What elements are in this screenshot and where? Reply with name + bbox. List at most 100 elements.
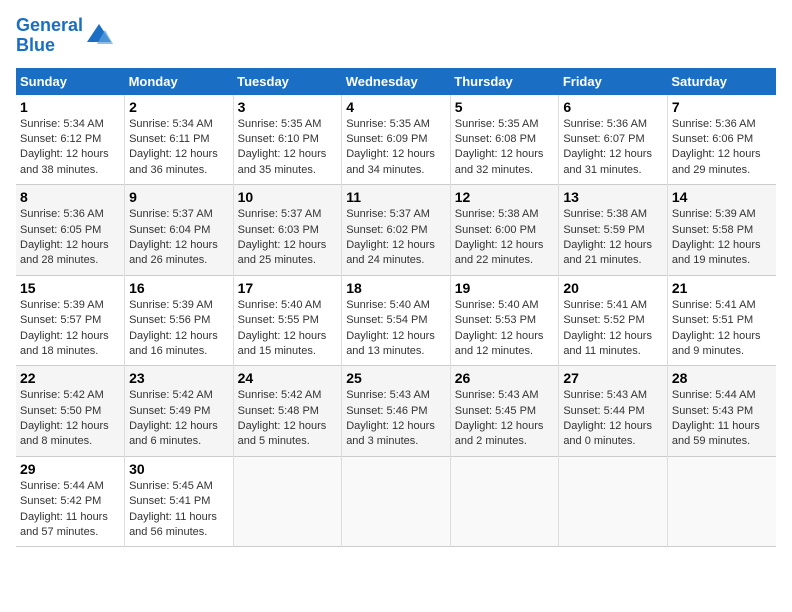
calendar-cell: 18Sunrise: 5:40 AMSunset: 5:54 PMDayligh… (342, 275, 451, 366)
sunrise-info: Sunrise: 5:45 AM (129, 480, 213, 492)
sunrise-info: Sunrise: 5:35 AM (238, 118, 322, 130)
day-number: 17 (238, 280, 338, 296)
day-info: Sunrise: 5:39 AMSunset: 5:56 PMDaylight:… (129, 298, 229, 360)
day-info: Sunrise: 5:37 AMSunset: 6:04 PMDaylight:… (129, 207, 229, 269)
day-number: 10 (238, 189, 338, 205)
day-info: Sunrise: 5:45 AMSunset: 5:41 PMDaylight:… (129, 479, 229, 541)
sunset-info: Sunset: 5:44 PM (563, 405, 644, 417)
calendar-cell: 22Sunrise: 5:42 AMSunset: 5:50 PMDayligh… (16, 366, 125, 457)
day-info: Sunrise: 5:40 AM Sunset: 5:55 PM Daylight:… (238, 298, 338, 360)
sunset-info: Sunset: 5:59 PM (563, 224, 644, 236)
daylight-minutes: and 35 minutes. (238, 164, 316, 176)
daylight-minutes: and 9 minutes. (672, 345, 744, 357)
day-info: Sunrise: 5:39 AMSunset: 5:57 PMDaylight:… (20, 298, 120, 360)
day-number: 23 (129, 370, 229, 386)
calendar-cell: 2Sunrise: 5:34 AMSunset: 6:11 PMDaylight… (125, 95, 234, 185)
daylight-label: Daylight: 12 hours (563, 239, 652, 251)
calendar-cell: 20 Sunrise: 5:41 AMSunset: 5:52 PMDayligh… (559, 275, 668, 366)
daylight-label: Daylight: 12 hours (20, 330, 109, 342)
sunrise-info: Sunrise: 5:37 AM (238, 208, 322, 220)
sunset-info: Sunset: 6:07 PM (563, 133, 644, 145)
sunset-info: Sunset: 5:55 PM (238, 314, 319, 326)
sunrise-info: Sunrise: 5:36 AM (20, 208, 104, 220)
day-number: 2 (129, 99, 229, 115)
day-info: Sunrise: 5:43 AMSunset: 5:44 PMDaylight:… (563, 388, 663, 450)
calendar-row: 8Sunrise: 5:36 AMSunset: 6:05 PMDaylight… (16, 185, 776, 276)
sunrise-info: Sunrise: 5:41 AM (563, 299, 647, 311)
day-info: Sunrise: 5:44 AMSunset: 5:43 PMDaylight:… (672, 388, 772, 450)
sunrise-info: Sunrise: 5:38 AM (455, 208, 539, 220)
daylight-minutes: and 5 minutes. (238, 435, 310, 447)
day-info: Sunrise: 5:35 AMSunset: 6:09 PMDaylight:… (346, 117, 446, 179)
calendar-cell: 24Sunrise: 5:42 AMSunset: 5:48 PMDayligh… (233, 366, 342, 457)
calendar-cell: 3Sunrise: 5:35 AMSunset: 6:10 PMDaylight… (233, 95, 342, 185)
calendar-cell (233, 456, 342, 547)
daylight-minutes: and 22 minutes. (455, 254, 533, 266)
col-friday: Friday (559, 68, 668, 95)
sunset-info: Sunset: 5:48 PM (238, 405, 319, 417)
sunset-info: Sunset: 5:58 PM (672, 224, 753, 236)
sunset-info: Sunset: 5:49 PM (129, 405, 210, 417)
logo-text: General Blue (16, 16, 83, 56)
daylight-label: Daylight: 12 hours (129, 148, 218, 160)
col-sunday: Sunday (16, 68, 125, 95)
daylight-label: Daylight: 12 hours (238, 330, 327, 342)
day-info: Sunrise: 5:42 AMSunset: 5:48 PMDaylight:… (238, 388, 338, 450)
sunrise-info: Sunrise: 5:36 AM (563, 118, 647, 130)
daylight-minutes: and 31 minutes. (563, 164, 641, 176)
daylight-label: Daylight: 12 hours (129, 330, 218, 342)
calendar-cell: 10Sunrise: 5:37 AMSunset: 6:03 PMDayligh… (233, 185, 342, 276)
daylight-minutes: and 21 minutes. (563, 254, 641, 266)
day-number: 9 (129, 189, 229, 205)
day-number: 30 (129, 461, 229, 477)
day-number: 28 (672, 370, 772, 386)
day-number: 12 (455, 189, 555, 205)
daylight-label: Daylight: 12 hours (346, 148, 435, 160)
sunrise-info: Sunrise: 5:39 AM (20, 299, 104, 311)
calendar-cell: 9 Sunrise: 5:37 AMSunset: 6:04 PMDaylight… (125, 185, 234, 276)
calendar-cell: 19Sunrise: 5:40 AMSunset: 5:53 PMDayligh… (450, 275, 559, 366)
sunset-info: Sunset: 6:10 PM (238, 133, 319, 145)
daylight-minutes: and 59 minutes. (672, 435, 750, 447)
daylight-minutes: and 26 minutes. (129, 254, 207, 266)
calendar-table: Sunday Monday Tuesday Wednesday Thursday… (16, 68, 776, 548)
sunset-info: Sunset: 5:45 PM (455, 405, 536, 417)
day-info: Sunrise: 5:41 AMSunset: 5:52 PMDaylight:… (563, 298, 663, 360)
calendar-cell: 5Sunrise: 5:35 AMSunset: 6:08 PMDaylight… (450, 95, 559, 185)
daylight-label: Daylight: 11 hours (672, 420, 760, 432)
calendar-cell: 29Sunrise: 5:44 AMSunset: 5:42 PMDayligh… (16, 456, 125, 547)
calendar-cell: 30 Sunrise: 5:45 AMSunset: 5:41 PMDayligh… (125, 456, 234, 547)
sunrise-info: Sunrise: 5:42 AM (20, 389, 104, 401)
sunrise-info: Sunrise: 5:42 AM (238, 389, 322, 401)
calendar-cell: 7Sunrise: 5:36 AMSunset: 6:06 PMDaylight… (667, 95, 776, 185)
sunset-info: Sunset: 6:06 PM (672, 133, 753, 145)
day-info: Sunrise: 5:44 AMSunset: 5:42 PMDaylight:… (20, 479, 120, 541)
day-number: 20 (563, 280, 663, 296)
daylight-minutes: and 2 minutes. (455, 435, 527, 447)
day-number: 22 (20, 370, 120, 386)
calendar-cell: 21Sunrise: 5:41 AMSunset: 5:51 PMDayligh… (667, 275, 776, 366)
day-info: Sunrise: 5:43 AMSunset: 5:46 PMDaylight:… (346, 388, 446, 450)
sunrise-info: Sunrise: 5:39 AM (672, 208, 756, 220)
calendar-row: 29Sunrise: 5:44 AMSunset: 5:42 PMDayligh… (16, 456, 776, 547)
col-saturday: Saturday (667, 68, 776, 95)
day-info: Sunrise: 5:39 AMSunset: 5:58 PMDaylight:… (672, 207, 772, 269)
daylight-minutes: and 12 minutes. (455, 345, 533, 357)
calendar-cell: 28 Sunrise: 5:44 AMSunset: 5:43 PMDayligh… (667, 366, 776, 457)
day-number: 1 (20, 99, 120, 115)
daylight-label: Daylight: 11 hours (129, 511, 217, 523)
calendar-cell (450, 456, 559, 547)
day-info: Sunrise: 5:37 AMSunset: 6:02 PMDaylight:… (346, 207, 446, 269)
day-number: 24 (238, 370, 338, 386)
sunrise-info: Sunrise: 5:40 AM (238, 299, 322, 311)
sunrise-info: Sunrise: 5:36 AM (672, 118, 756, 130)
daylight-minutes: and 29 minutes. (672, 164, 750, 176)
daylight-minutes: and 15 minutes. (238, 345, 316, 357)
daylight-label: Daylight: 12 hours (20, 148, 109, 160)
daylight-label: Daylight: 11 hours (20, 511, 108, 523)
daylight-minutes: and 18 minutes. (20, 345, 98, 357)
daylight-label: Daylight: 12 hours (563, 330, 652, 342)
sunset-info: Sunset: 6:00 PM (455, 224, 536, 236)
calendar-cell (667, 456, 776, 547)
logo-icon (85, 22, 113, 50)
